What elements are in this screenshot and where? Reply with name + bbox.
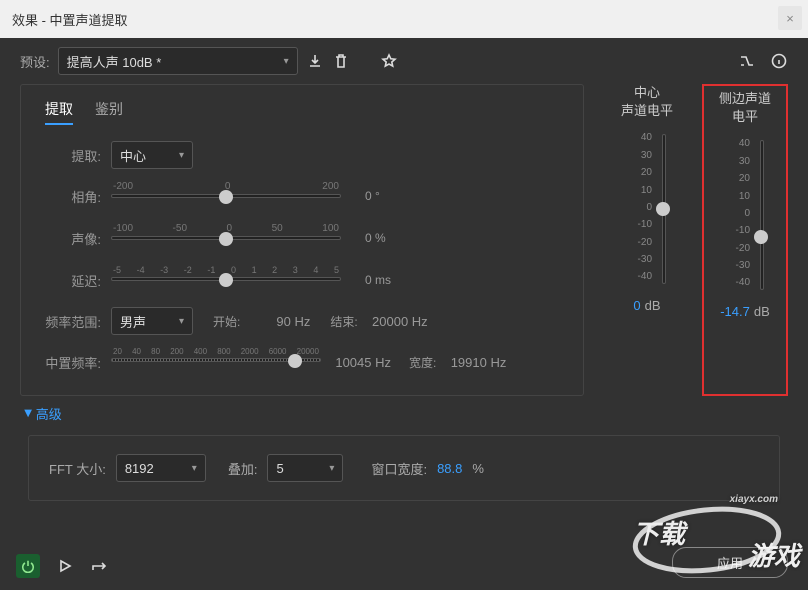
apply-button[interactable]: 应用 xyxy=(672,547,788,578)
advanced-toggle[interactable]: ▶ 高级 xyxy=(0,396,808,431)
loop-range-icon[interactable] xyxy=(90,557,108,575)
pan-value: 0 % xyxy=(365,231,386,245)
center-freq-label: 中置频率: xyxy=(39,353,101,372)
preset-label: 预设: xyxy=(20,52,50,71)
freq-end-value[interactable]: 20000 Hz xyxy=(368,314,428,329)
delay-label: 延迟: xyxy=(39,271,101,290)
apply-area: 应用 xyxy=(672,547,788,578)
freq-start-label: 开始: xyxy=(213,313,240,330)
preset-dropdown[interactable]: 提高人声 10dB * ▾ xyxy=(58,47,298,75)
side-level-value: -14.7dB xyxy=(720,304,770,319)
freq-start-value[interactable]: 90 Hz xyxy=(250,314,310,329)
pan-label: 声像: xyxy=(39,229,101,248)
phase-slider[interactable]: -2000200 xyxy=(111,181,341,211)
side-level-slider[interactable]: 403020100-10-20-30-40 xyxy=(720,132,770,298)
toolbar: 预设: 提高人声 10dB * ▾ xyxy=(0,38,808,84)
settings-panel: 提取 鉴别 提取: 中心▾ 相角: -2000200 0 ° 声像: -100-… xyxy=(20,84,584,396)
side-level-column: 侧边声道电平 403020100-10-20-30-40 -14.7dB xyxy=(702,84,788,396)
play-icon[interactable] xyxy=(56,557,74,575)
freq-width-label: 宽度: xyxy=(409,354,436,371)
center-freq-value[interactable]: 10045 Hz xyxy=(331,355,391,370)
close-icon[interactable]: × xyxy=(778,6,802,30)
power-toggle[interactable] xyxy=(16,554,40,578)
disclosure-triangle-icon: ▶ xyxy=(22,410,33,418)
tab-extract[interactable]: 提取 xyxy=(45,99,73,125)
fft-dropdown[interactable]: 8192▾ xyxy=(116,454,206,482)
window-width-value[interactable]: 88.8 xyxy=(437,461,462,476)
window-width-label: 窗口宽度: xyxy=(371,459,427,478)
center-level-value: 0dB xyxy=(633,298,660,313)
pan-slider[interactable]: -100-50050100 xyxy=(111,223,341,253)
chevron-down-icon: ▾ xyxy=(284,56,289,67)
center-level-column: 中心声道电平 403020100-10-20-30-40 0dB xyxy=(604,84,690,396)
chevron-down-icon: ▾ xyxy=(192,463,197,474)
title-bar: 效果 - 中置声道提取 × xyxy=(0,0,808,38)
chevron-down-icon: ▾ xyxy=(179,316,184,327)
overlay-dropdown[interactable]: 5▾ xyxy=(267,454,343,482)
chevron-down-icon: ▾ xyxy=(329,463,334,474)
freq-width-value[interactable]: 19910 Hz xyxy=(446,355,506,370)
phase-label: 相角: xyxy=(39,187,101,206)
fft-label: FFT 大小: xyxy=(49,459,106,478)
window-title: 效果 - 中置声道提取 xyxy=(12,10,128,29)
extract-dropdown[interactable]: 中心▾ xyxy=(111,141,193,169)
freq-range-dropdown[interactable]: 男声▾ xyxy=(111,307,193,335)
trash-icon[interactable] xyxy=(332,52,350,70)
center-level-slider[interactable]: 403020100-10-20-30-40 xyxy=(622,126,672,292)
star-icon[interactable] xyxy=(380,52,398,70)
freq-end-label: 结束: xyxy=(330,313,357,330)
overlay-label: 叠加: xyxy=(228,459,258,478)
delay-value: 0 ms xyxy=(365,273,391,287)
center-freq-slider[interactable]: 2040802004008002000600020000 xyxy=(111,347,321,377)
phase-value: 0 ° xyxy=(365,189,380,203)
tab-identify[interactable]: 鉴别 xyxy=(95,99,123,125)
chevron-down-icon: ▾ xyxy=(179,150,184,161)
level-meters: 中心声道电平 403020100-10-20-30-40 0dB 侧边声道电平 … xyxy=(604,84,788,396)
channel-route-icon[interactable] xyxy=(738,52,756,70)
bottom-bar xyxy=(16,554,108,578)
freq-range-label: 频率范围: xyxy=(39,312,101,331)
advanced-panel: FFT 大小: 8192▾ 叠加: 5▾ 窗口宽度: 88.8 % xyxy=(28,435,780,501)
extract-label: 提取: xyxy=(39,146,101,165)
info-icon[interactable] xyxy=(770,52,788,70)
delay-slider[interactable]: -5-4-3-2-1012345 xyxy=(111,265,341,295)
import-preset-icon[interactable] xyxy=(306,52,324,70)
